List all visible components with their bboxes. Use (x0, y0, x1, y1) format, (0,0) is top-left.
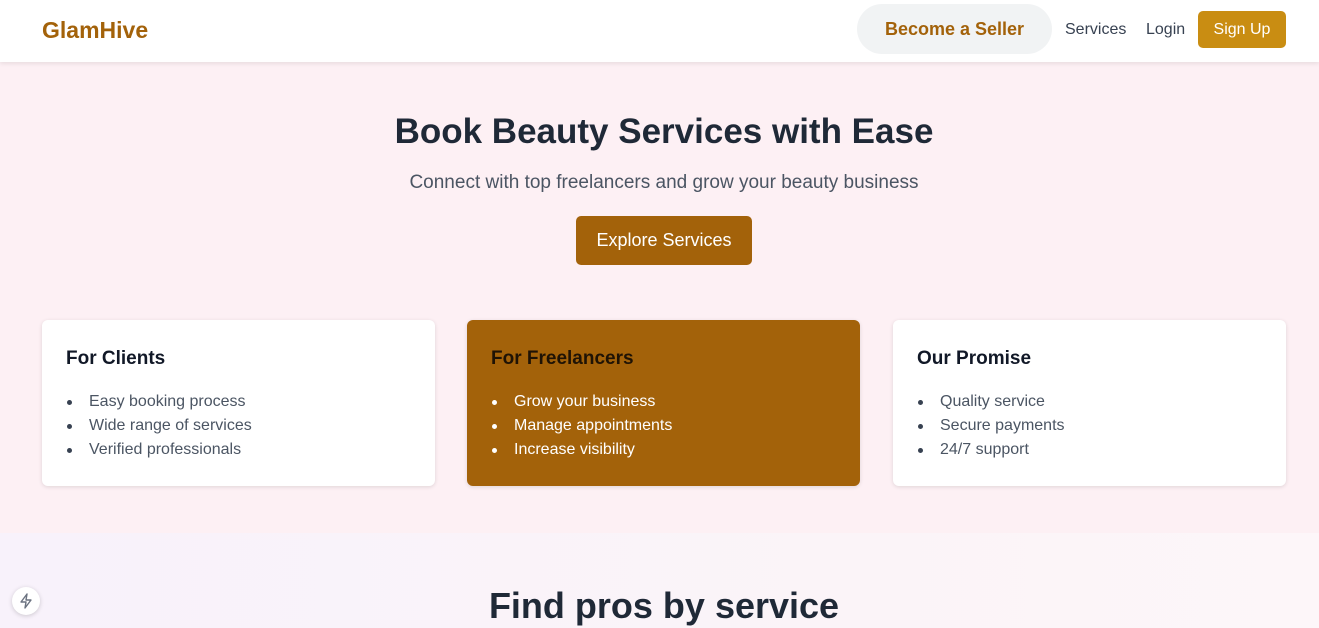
find-pros-section: Find pros by service (0, 533, 1319, 628)
card-title: Our Promise (917, 348, 1032, 369)
list-item: Wide range of services (66, 414, 411, 438)
card-list: Quality service Secure payments 24/7 sup… (917, 390, 1262, 462)
logo[interactable]: GlamHive (42, 17, 148, 44)
list-item: Easy booking process (66, 390, 411, 414)
list-item: 24/7 support (917, 438, 1262, 462)
list-item: Increase visibility (491, 438, 836, 462)
list-item: Manage appointments (491, 414, 836, 438)
list-item: Verified professionals (66, 438, 411, 462)
card-for-clients: For Clients Easy booking process Wide ra… (42, 320, 435, 486)
card-list: Grow your business Manage appointments I… (491, 390, 836, 462)
list-item: Grow your business (491, 390, 836, 414)
explore-services-button[interactable]: Explore Services (576, 216, 752, 265)
nav-services-link[interactable]: Services (1065, 21, 1126, 39)
become-seller-button[interactable]: Become a Seller (857, 4, 1052, 54)
nav-login-link[interactable]: Login (1146, 21, 1185, 39)
lightning-bolt-icon (20, 593, 32, 609)
hero-section: Book Beauty Services with Ease Connect w… (0, 62, 1319, 533)
list-item: Secure payments (917, 414, 1262, 438)
card-for-freelancers: For Freelancers Grow your business Manag… (467, 320, 860, 486)
hero-title: Book Beauty Services with Ease (394, 112, 934, 151)
card-title: For Freelancers (491, 348, 634, 369)
list-item: Quality service (917, 390, 1262, 414)
card-title: For Clients (66, 348, 166, 369)
lightning-bolt-button[interactable] (12, 587, 40, 615)
card-our-promise: Our Promise Quality service Secure payme… (893, 320, 1286, 486)
navbar: GlamHive Become a Seller Services Login … (0, 0, 1319, 62)
signup-button[interactable]: Sign Up (1198, 11, 1286, 48)
hero-subtitle: Connect with top freelancers and grow yo… (409, 172, 919, 193)
section-title: Find pros by service (488, 585, 840, 626)
card-list: Easy booking process Wide range of servi… (66, 390, 411, 462)
